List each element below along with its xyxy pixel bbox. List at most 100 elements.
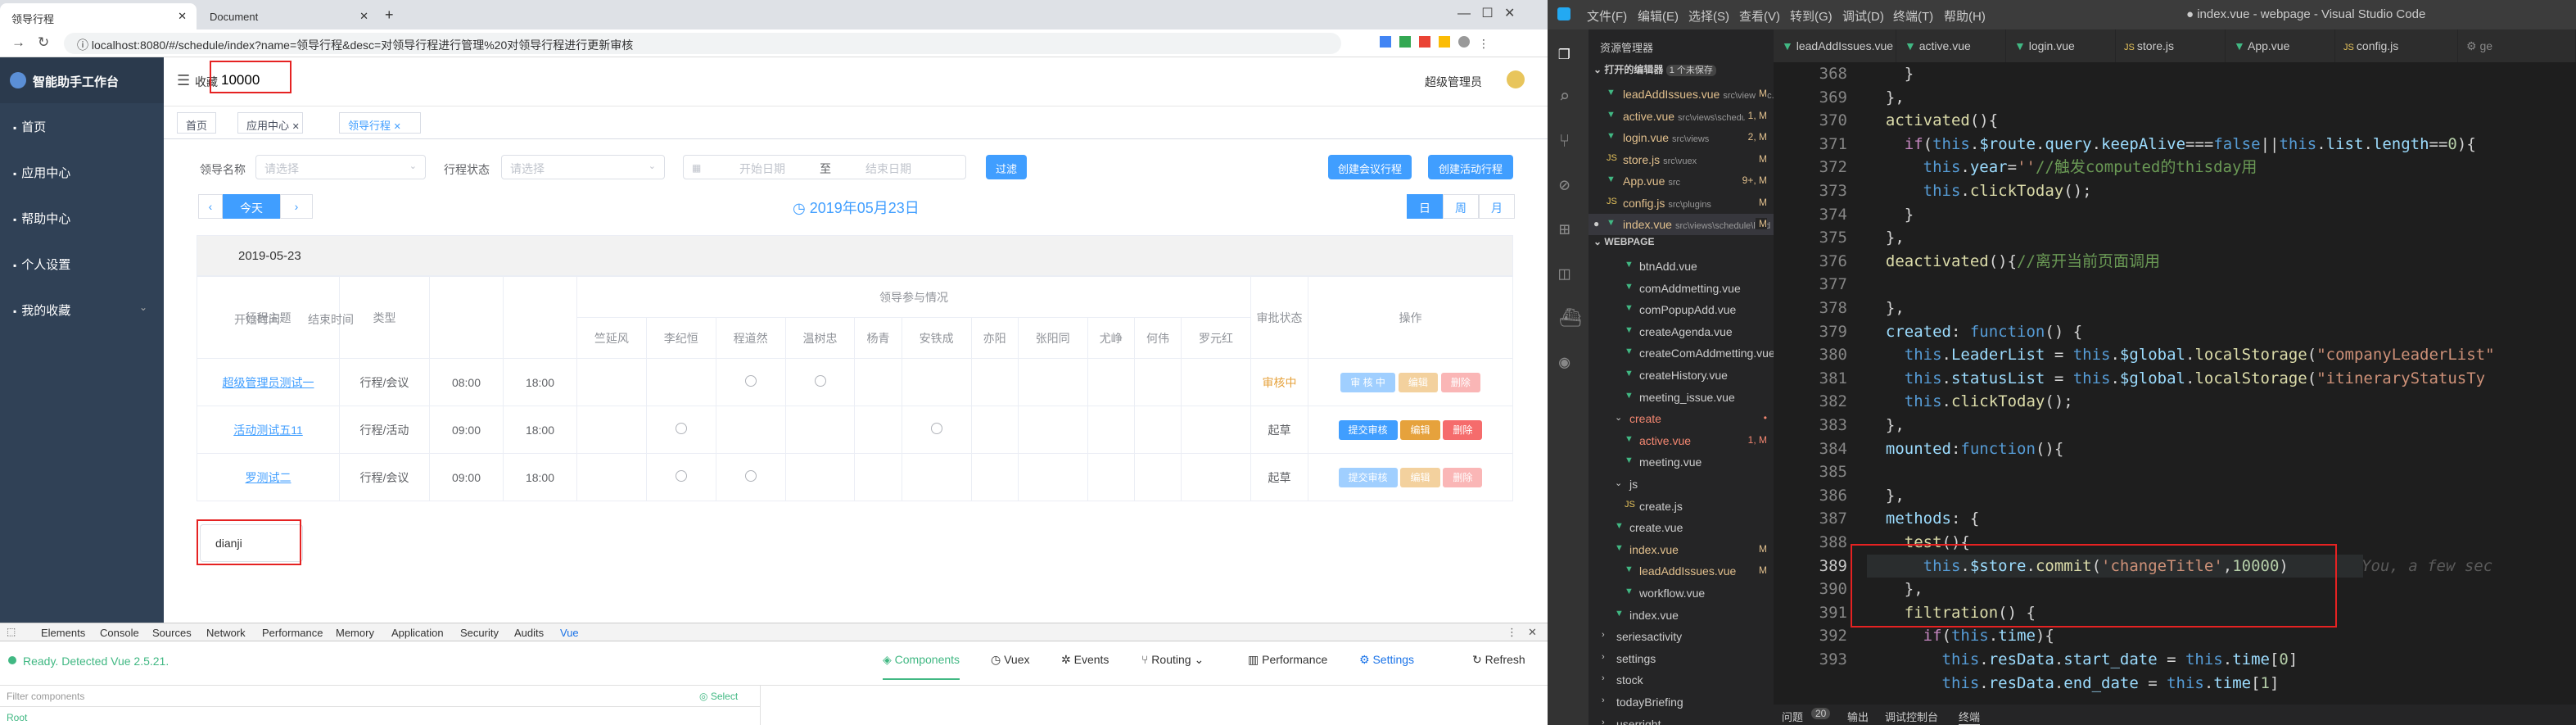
tree-file[interactable]: ▼ comAddmetting.vue xyxy=(1589,278,1774,299)
open-editor-item[interactable]: JS config.js src\plugins M xyxy=(1589,193,1774,214)
menu-item[interactable]: 调试(D) xyxy=(1842,7,1884,25)
edit-button[interactable]: 编辑 xyxy=(1400,419,1440,440)
close-icon[interactable]: ✕ xyxy=(359,10,368,23)
extension-icons[interactable]: ⋮ xyxy=(1380,36,1535,51)
extension-icon[interactable] xyxy=(1419,36,1430,48)
browser-tab[interactable]: Document ✕ xyxy=(198,3,378,29)
open-editor-item[interactable]: ● ▼ index.vue src\views\schedule\lead M xyxy=(1589,214,1774,235)
leader-select[interactable]: 请选择 ⌄ xyxy=(255,155,426,179)
open-editor-item[interactable]: ▼ leadAddIssues.vue src\views\sc... M xyxy=(1589,84,1774,105)
view-day-button[interactable]: 日 xyxy=(1407,194,1443,219)
tab-elements[interactable]: Elements xyxy=(41,627,85,639)
tag-home[interactable]: 首页 xyxy=(177,112,217,134)
today-button[interactable]: 今天 xyxy=(223,194,280,219)
remote-icon[interactable]: ◫ xyxy=(1559,264,1570,284)
submit-button[interactable]: 提交审核 xyxy=(1338,419,1398,440)
date-range-picker[interactable]: ▦ 开始日期 至 结束日期 xyxy=(683,155,966,179)
vue-tab-performance[interactable]: ▥ Performance xyxy=(1248,653,1327,667)
docker-icon[interactable]: ⛴ xyxy=(1559,308,1582,329)
radio-button[interactable] xyxy=(675,470,687,482)
extensions-icon[interactable]: ⊞ xyxy=(1559,220,1570,240)
workspace-header[interactable]: ⌄ WEBPAGE xyxy=(1589,236,1774,254)
code-editor[interactable]: 368 369 370 371 372 373 374 375 376 377 378 379 380 3… xyxy=(1774,62,2576,701)
tree-folder[interactable]: › settings xyxy=(1589,648,1774,669)
menu-item[interactable]: 转到(G) xyxy=(1790,7,1833,25)
menu-item[interactable]: 选择(S) xyxy=(1688,7,1729,25)
tab-audits[interactable]: Audits xyxy=(514,627,544,639)
sidebar-item-favorites[interactable]: ▪ 我的收藏 ⌄ xyxy=(0,287,164,333)
view-month-button[interactable]: 月 xyxy=(1479,194,1515,219)
search-icon[interactable]: ⌕ xyxy=(1559,87,1570,107)
tree-file[interactable]: ▼ leadAddIssues.vue M xyxy=(1589,560,1774,582)
editor-tab[interactable]: JS config.js xyxy=(2335,29,2458,62)
tag-apps[interactable]: 应用中心 ✕ xyxy=(237,112,303,134)
edit-button[interactable]: 编辑 xyxy=(1398,372,1438,392)
subject-link[interactable]: 活动测试五11 xyxy=(233,424,303,437)
delete-button[interactable]: 删除 xyxy=(1443,467,1483,487)
tree-file[interactable]: ▼ btnAdd.vue xyxy=(1589,256,1774,277)
tree-file[interactable]: ▼ createHistory.vue xyxy=(1589,365,1774,386)
subject-link[interactable]: 超级管理员测试一 xyxy=(223,376,314,389)
tree-folder[interactable]: ⌄ create • xyxy=(1589,408,1774,429)
sidebar-item-apps[interactable]: ▪ 应用中心 xyxy=(0,149,164,195)
tree-file[interactable]: ▼ create.vue xyxy=(1589,517,1774,538)
tree-folder[interactable]: › userright xyxy=(1589,714,1774,725)
select-button[interactable]: ◎ Select xyxy=(699,691,738,702)
vue-refresh[interactable]: ↻ Refresh xyxy=(1472,653,1525,667)
sidebar-item-help[interactable]: ▪ 帮助中心 xyxy=(0,195,164,241)
vue-tab-settings[interactable]: ⚙ Settings xyxy=(1359,653,1414,667)
tree-folder[interactable]: ⌄ js xyxy=(1589,474,1774,495)
tab-vue[interactable]: Vue xyxy=(560,627,579,639)
open-editors-header[interactable]: ⌄ 打开的编辑器 1 个未保存 xyxy=(1589,62,1774,80)
tree-file[interactable]: ▼ index.vue xyxy=(1589,605,1774,626)
tree-file[interactable]: ▼ meeting.vue xyxy=(1589,451,1774,473)
back-icon[interactable]: → xyxy=(11,34,25,51)
files-icon[interactable]: ❐ xyxy=(1558,41,1570,64)
vue-tab-vuex[interactable]: ◷ Vuex xyxy=(991,653,1030,667)
menu-item[interactable]: 查看(V) xyxy=(1739,7,1780,25)
reload-icon[interactable]: ↻ xyxy=(38,34,49,51)
menu-icon[interactable]: ⋮ xyxy=(1478,37,1489,50)
avatar[interactable] xyxy=(1507,70,1525,88)
menu-item[interactable]: 编辑(E) xyxy=(1638,7,1679,25)
radio-button[interactable] xyxy=(744,470,757,482)
radio-button[interactable] xyxy=(744,375,757,387)
editor-tab[interactable]: ▼ login.vue xyxy=(2006,29,2116,62)
close-icon[interactable]: ✕ xyxy=(292,122,300,132)
vue-tab-components[interactable]: ◈ Components xyxy=(883,653,960,680)
tree-file[interactable]: JS create.js xyxy=(1589,496,1774,517)
tree-folder[interactable]: › todayBriefing xyxy=(1589,691,1774,713)
editor-tab[interactable]: JS store.js xyxy=(2116,29,2226,62)
create-meeting-button[interactable]: 创建会议行程 xyxy=(1328,155,1412,179)
tree-file[interactable]: ▼ createAgenda.vue xyxy=(1589,321,1774,342)
vue-tab-events[interactable]: ✲ Events xyxy=(1061,653,1109,667)
window-controls[interactable]: — ☐ ✕ xyxy=(1457,5,1539,21)
delete-button[interactable]: 删除 xyxy=(1440,372,1480,392)
submit-button[interactable]: 提交审核 xyxy=(1338,467,1398,487)
tree-file[interactable]: ▼ workflow.vue xyxy=(1589,582,1774,604)
open-editor-item[interactable]: JS store.js src\vuex M xyxy=(1589,149,1774,170)
editor-tab[interactable]: ▼ App.vue xyxy=(2226,29,2335,62)
edit-button[interactable]: 编辑 xyxy=(1400,467,1440,487)
tab-security[interactable]: Security xyxy=(460,627,499,639)
inspect-icon[interactable]: ⬚ xyxy=(7,626,16,637)
tree-file[interactable]: ▼ active.vue 1, M xyxy=(1589,430,1774,451)
filter-components-input[interactable]: Filter components xyxy=(7,691,84,702)
tree-folder[interactable]: › seriesactivity xyxy=(1589,626,1774,647)
menu-item[interactable]: 终端(T) xyxy=(1893,7,1933,25)
close-icon[interactable]: ✕ xyxy=(1528,626,1537,639)
delete-button[interactable]: 删除 xyxy=(1443,419,1483,440)
user-name[interactable]: 超级管理员 xyxy=(1425,74,1482,90)
tag-schedule[interactable]: 领导行程 ✕ xyxy=(339,112,421,134)
reviewing-button[interactable]: 审 核 中 xyxy=(1340,372,1395,392)
sidebar-item-settings[interactable]: ▪ 个人设置 xyxy=(0,241,164,287)
tab-application[interactable]: Application xyxy=(391,627,444,639)
new-tab-icon[interactable]: + xyxy=(378,3,403,29)
browser-tab-active[interactable]: 领导行程 ✕ xyxy=(0,3,197,29)
radio-button[interactable] xyxy=(930,423,942,434)
tab-output[interactable]: 输出 xyxy=(1847,709,1869,724)
status-select[interactable]: 请选择 ⌄ xyxy=(501,155,665,179)
menu-item[interactable]: 文件(F) xyxy=(1587,7,1627,25)
radio-button[interactable] xyxy=(814,375,826,387)
prev-button[interactable]: ‹ xyxy=(198,194,223,219)
